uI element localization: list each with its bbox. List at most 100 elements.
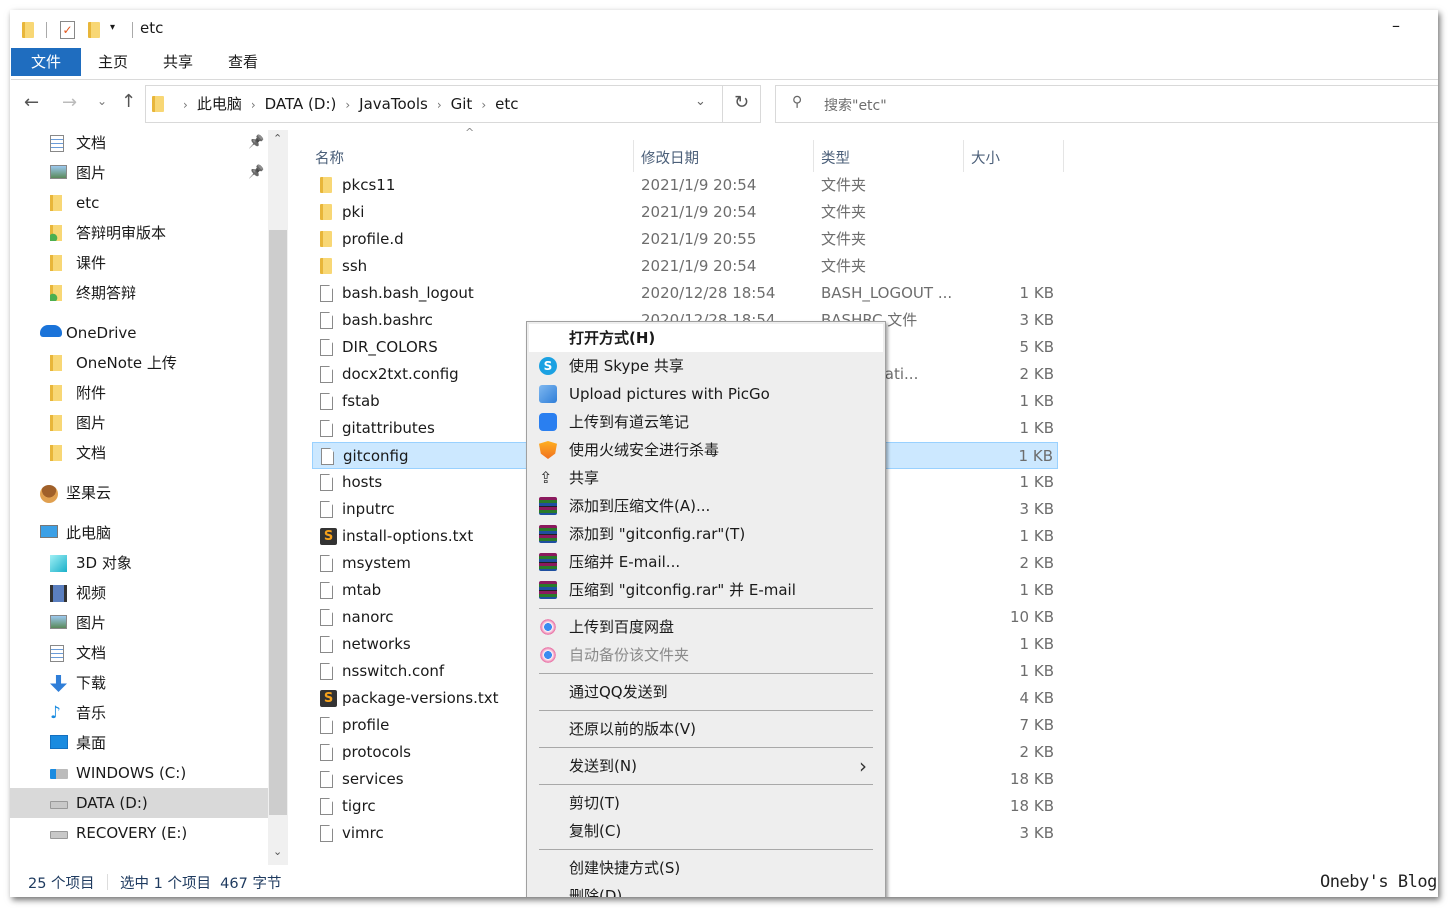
menu-separator [539,673,873,674]
nav-item-folder[interactable]: etc [10,188,268,218]
context-menu-item[interactable]: 添加到压缩文件(A)... [529,492,883,520]
nav-item-folder[interactable]: 图片 [10,408,268,438]
context-menu-item[interactable]: 上传到百度网盘 [529,613,883,641]
nav-item-documents[interactable]: 文档 [10,638,268,668]
nav-item-pictures[interactable]: 图片 [10,608,268,638]
pin-icon[interactable]: 📌 [248,158,264,188]
file-date: 2021/1/9 20:54 [641,257,757,275]
breadcrumb-item[interactable]: Git [451,95,473,113]
file-row[interactable]: ssh 2021/1/9 20:54 文件夹 [312,253,1058,280]
nav-item-downloads[interactable]: 下载 [10,668,268,698]
context-menu-item[interactable]: 添加到 "gitconfig.rar"(T) [529,520,883,548]
column-header-date[interactable]: 修改日期 [641,147,699,168]
nav-item-folder-synced[interactable]: 终期答辩 [10,278,268,308]
search-box[interactable]: ⚲ 搜索"etc" [775,85,1438,123]
nav-item-music[interactable]: ♪ 音乐 [10,698,268,728]
menu-item-label: 通过QQ发送到 [569,683,668,701]
properties-icon[interactable]: ✓ [60,21,75,39]
file-row[interactable]: bash.bash_logout 2020/12/28 18:54 BASH_LOG… [312,280,1058,307]
nav-item-3d-objects[interactable]: 3D 对象 [10,548,268,578]
context-menu-item[interactable]: 剪切(T) [529,789,883,817]
nav-item-this-pc[interactable]: 此电脑 [10,518,268,548]
breadcrumb-item[interactable]: 此电脑 [197,95,242,113]
context-menu-item[interactable]: 自动备份该文件夹 [529,641,883,669]
windows-drive-icon [50,769,68,779]
column-header-name[interactable]: 名称 [315,147,344,168]
column-divider[interactable] [1063,140,1064,172]
file-row[interactable]: profile.d 2021/1/9 20:55 文件夹 [312,226,1058,253]
tab-file[interactable]: 文件 [11,48,81,76]
nav-item-label: 坚果云 [66,484,112,502]
context-menu-item[interactable]: 压缩到 "gitconfig.rar" 并 E-mail [529,576,883,604]
breadcrumb-item[interactable]: JavaTools [359,95,428,113]
onedrive-icon [40,325,62,337]
nav-item-folder-synced[interactable]: 答辩明审版本 [10,218,268,248]
context-menu-item[interactable]: 发送到(N) › [529,752,883,780]
nav-item-folder[interactable]: OneNote 上传 [10,348,268,378]
context-menu-item[interactable]: S 使用 Skype 共享 [529,352,883,380]
breadcrumb-item[interactable]: DATA (D:) [265,95,337,113]
chevron-right-icon[interactable]: › [183,98,188,112]
context-menu-item[interactable]: ⇪ 共享 [529,464,883,492]
back-button[interactable]: ← [24,92,39,113]
context-menu-item[interactable]: 还原以前的版本(V) [529,715,883,743]
chevron-right-icon[interactable]: › [437,98,442,112]
file-type: BASH_LOGOUT ... [821,284,953,302]
nav-item-folder[interactable]: 附件 [10,378,268,408]
context-menu-item[interactable]: 复制(C) [529,817,883,845]
nav-item-onedrive[interactable]: OneDrive [10,318,268,348]
nav-item-drive[interactable]: RECOVERY (E:) [10,818,268,848]
nav-item-nutstore[interactable]: 坚果云 [10,478,268,508]
chevron-right-icon[interactable]: › [481,98,486,112]
context-menu-item[interactable]: 打开方式(H) [529,324,883,352]
address-bar[interactable]: › 此电脑 › DATA (D:) › JavaTools › Git › etc ⌄ ↻ [145,85,761,123]
nav-item-videos[interactable]: 视频 [10,578,268,608]
quick-access-dropdown-icon[interactable]: ▾ [110,22,115,33]
column-divider[interactable] [813,140,814,172]
nav-item-folder[interactable]: 文档 [10,438,268,468]
column-divider[interactable] [633,140,634,172]
context-menu-item[interactable]: 压缩并 E-mail... [529,548,883,576]
recent-locations-button[interactable]: ⌄ [97,94,107,108]
file-icon [320,420,333,437]
forward-button[interactable]: → [62,92,77,113]
scroll-up-icon[interactable]: ⌃ [273,132,282,145]
column-divider[interactable] [963,140,964,172]
scrollbar-thumb[interactable] [269,230,287,815]
up-button[interactable]: ↑ [121,91,136,112]
pin-icon[interactable]: 📌 [248,128,264,158]
winrar-icon [539,553,557,571]
file-row[interactable]: pkcs11 2021/1/9 20:54 文件夹 [312,172,1058,199]
nav-item-label: OneDrive [66,324,137,342]
nav-item-label: 视频 [76,584,107,602]
scroll-down-icon[interactable]: ⌄ [273,845,282,858]
address-dropdown-icon[interactable]: ⌄ [695,94,706,109]
context-menu-item[interactable]: 创建快捷方式(S) [529,854,883,882]
chevron-right-icon[interactable]: › [345,98,350,112]
nav-item-desktop[interactable]: 桌面 [10,728,268,758]
context-menu-item[interactable]: 删除(D) [529,882,883,897]
tab-share[interactable]: 共享 [163,48,193,76]
chevron-right-icon[interactable]: › [251,98,256,112]
breadcrumb-item[interactable]: etc [495,95,518,113]
nav-item-documents[interactable]: 文档 📌 [10,128,268,158]
context-menu-item[interactable]: 使用火绒安全进行杀毒 [529,436,883,464]
breadcrumb: › 此电脑 › DATA (D:) › JavaTools › Git › etc [174,86,518,123]
nav-item-windows-drive[interactable]: WINDOWS (C:) [10,758,268,788]
tab-home[interactable]: 主页 [98,48,128,76]
tab-view[interactable]: 查看 [228,48,258,76]
column-header-type[interactable]: 类型 [821,147,850,168]
nav-item-folder[interactable]: 课件 [10,248,268,278]
context-menu-item[interactable]: 上传到有道云笔记 [529,408,883,436]
refresh-icon[interactable]: ↻ [734,92,749,113]
nav-item-pictures[interactable]: 图片 📌 [10,158,268,188]
column-header-size[interactable]: 大小 [971,147,1000,168]
search-input[interactable]: 搜索"etc" [824,95,887,115]
context-menu-item[interactable]: 通过QQ发送到 [529,678,883,706]
new-folder-icon[interactable] [88,22,100,38]
nav-scrollbar[interactable]: ⌃ ⌄ [268,130,288,865]
minimize-button[interactable]: – [1392,16,1400,35]
nav-item-drive[interactable]: DATA (D:) [10,788,268,818]
context-menu-item[interactable]: Upload pictures with PicGo [529,380,883,408]
file-row[interactable]: pki 2021/1/9 20:54 文件夹 [312,199,1058,226]
